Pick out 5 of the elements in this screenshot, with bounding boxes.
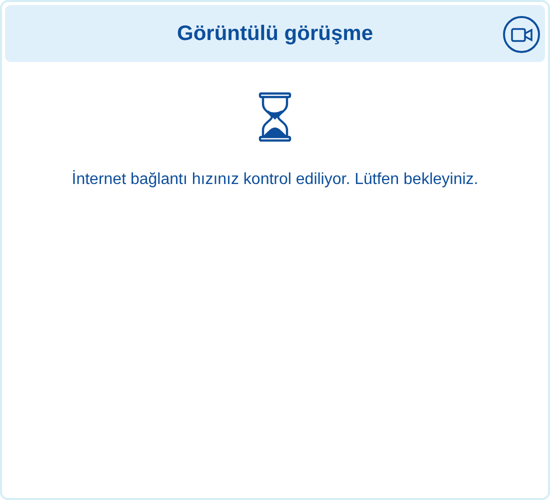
status-message: İnternet bağlantı hızınız kontrol ediliyor. Lütfen bekleyiniz. [72,169,478,190]
video-camera-icon [510,28,532,42]
hourglass-icon [258,92,292,142]
video-camera-button[interactable] [503,16,540,53]
dialog-title: Görüntülü görüşme [177,20,373,47]
